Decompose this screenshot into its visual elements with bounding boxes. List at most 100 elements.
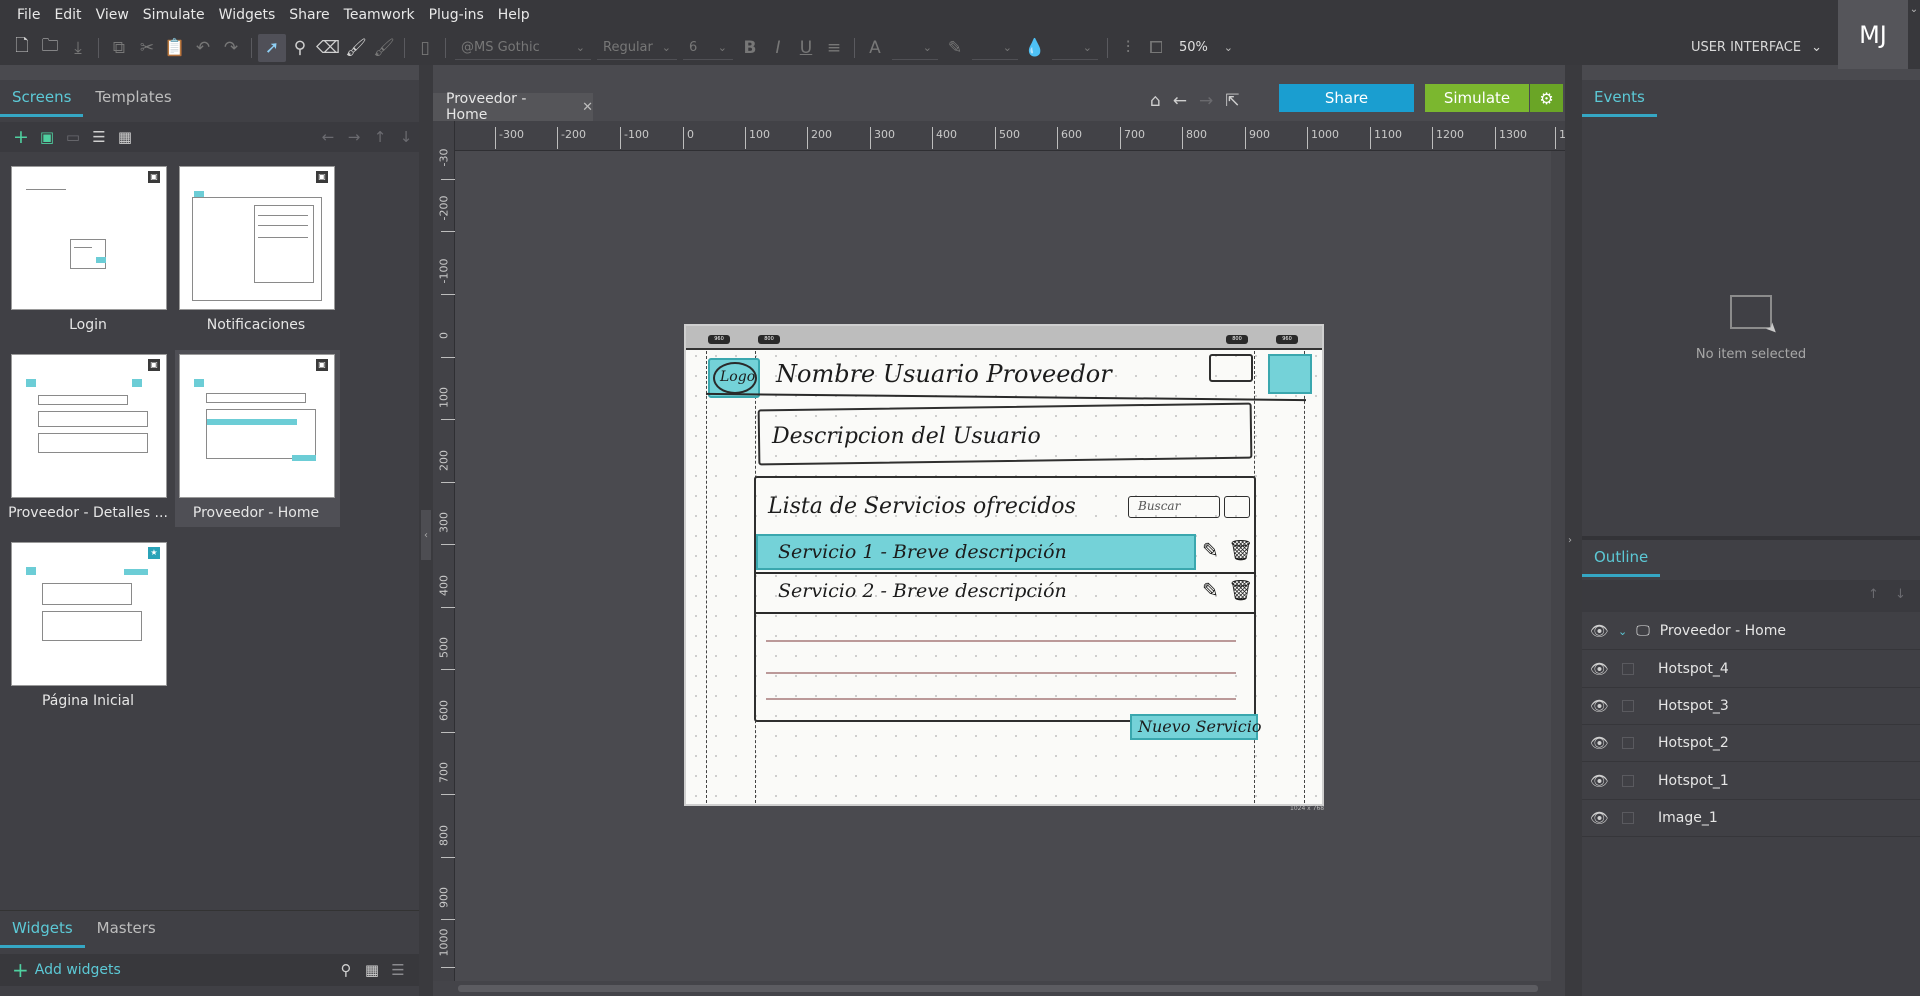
arrange-icon[interactable]: ⫶ — [1114, 34, 1142, 62]
share-button[interactable]: Share — [1279, 84, 1414, 112]
redo-icon[interactable]: ↷ — [217, 34, 245, 62]
list-view-icon[interactable]: ☰ — [385, 961, 411, 979]
eye-icon[interactable]: 👁 — [1590, 622, 1609, 640]
paste-icon[interactable]: 📋 — [161, 34, 189, 62]
screen-thumbnail-login[interactable]: ▣ — [11, 166, 167, 310]
open-folder-icon[interactable]: 🗀 — [36, 34, 64, 62]
scrollbar-thumb[interactable] — [458, 985, 1538, 992]
menu-simulate[interactable]: Simulate — [136, 0, 212, 30]
lock-checkbox[interactable] — [1622, 775, 1634, 787]
format-painter-icon[interactable]: 🖌 — [342, 34, 370, 62]
collapse-left-icon[interactable]: ‹ — [421, 510, 431, 560]
grid-view-icon[interactable]: ▦ — [112, 128, 138, 146]
outline-row-hotspot-3[interactable]: 👁 Hotspot_3 — [1582, 688, 1920, 725]
screen-thumbnail-pagina-inicial[interactable]: ★ — [11, 542, 167, 686]
italic-button[interactable]: I — [764, 34, 792, 62]
collapse-right-icon[interactable]: › — [1568, 535, 1572, 546]
arrow-down-icon[interactable]: ↓ — [1895, 587, 1906, 602]
chevron-down-icon[interactable]: ⌄ — [1618, 625, 1627, 638]
line-color-icon[interactable]: ✎ — [941, 34, 969, 62]
eye-icon[interactable]: 👁 — [1590, 660, 1609, 678]
arrow-left-icon[interactable]: ← — [315, 128, 341, 146]
tab-templates[interactable]: Templates — [83, 88, 183, 117]
tab-proveedor-home[interactable]: Proveedor - Home ✕ — [433, 91, 593, 123]
menu-share[interactable]: Share — [282, 0, 336, 30]
left-panel-splitter[interactable]: ‹ — [419, 65, 433, 996]
outline-row-hotspot-2[interactable]: 👁 Hotspot_2 — [1582, 725, 1920, 762]
menu-edit[interactable]: Edit — [47, 0, 88, 30]
font-style-select[interactable]: Regular ⌄ — [597, 36, 677, 60]
folder-icon[interactable]: ▭ — [60, 128, 86, 146]
menu-view[interactable]: View — [89, 0, 136, 30]
outline-row-page[interactable]: 👁 ⌄ 🖵 Proveedor - Home — [1582, 613, 1920, 650]
save-icon[interactable]: ⤓ — [64, 34, 92, 62]
search-icon[interactable]: ⚲ — [333, 961, 359, 979]
vertical-scrollbar[interactable] — [1551, 151, 1565, 981]
arrow-down-icon[interactable]: ↓ — [393, 128, 419, 146]
avatar[interactable]: MJ — [1838, 0, 1908, 69]
sketch-image[interactable]: 960 800 800 960 Logo Nombre Usuario Prov… — [684, 324, 1324, 806]
fill-color-icon[interactable]: 💧 — [1021, 34, 1049, 62]
underline-button[interactable]: U — [792, 34, 820, 62]
eye-icon[interactable]: 👁 — [1590, 697, 1609, 715]
outline-row-image-1[interactable]: 👁 Image_1 — [1582, 800, 1920, 837]
pointer-tool-icon[interactable]: ➚ — [258, 33, 286, 62]
tab-masters[interactable]: Masters — [85, 919, 168, 948]
tab-widgets[interactable]: Widgets — [0, 919, 85, 948]
zoom-tool-icon[interactable]: ⚲ — [286, 34, 314, 62]
add-image-screen-icon[interactable]: ▣ — [34, 128, 60, 146]
screen-thumbnail-proveedor-home[interactable]: ▣ — [179, 354, 335, 498]
outline-row-hotspot-4[interactable]: 👁 Hotspot_4 — [1582, 651, 1920, 688]
ui-mode-select[interactable]: USER INTERFACE ⌄ — [1672, 30, 1832, 65]
add-screen-icon[interactable]: + — [8, 126, 34, 148]
format-painter-alt-icon[interactable]: 🖌 — [370, 34, 398, 62]
screen-thumbnail-proveedor-detalles[interactable]: ▣ — [11, 354, 167, 498]
arrow-up-icon[interactable]: ↑ — [367, 128, 393, 146]
lock-checkbox[interactable] — [1622, 700, 1634, 712]
menu-hotspot[interactable] — [1268, 354, 1312, 394]
line-color-select[interactable]: ⌄ — [972, 36, 1018, 60]
font-size-select[interactable]: 6 ⌄ — [683, 36, 733, 60]
device-icon[interactable]: ▯ — [411, 34, 439, 62]
font-color-icon[interactable]: A — [861, 34, 889, 62]
tab-events[interactable]: Events — [1582, 88, 1657, 117]
tab-screens[interactable]: Screens — [0, 88, 84, 117]
outline-row-hotspot-1[interactable]: 👁 Hotspot_1 — [1582, 763, 1920, 800]
arrow-right-icon[interactable]: → — [341, 128, 367, 146]
zoom-select[interactable]: 50% ⌄ — [1173, 36, 1239, 60]
grid-view-icon[interactable]: ▦ — [359, 961, 385, 979]
lock-checkbox[interactable] — [1622, 812, 1634, 824]
menu-plugins[interactable]: Plug-ins — [422, 0, 491, 30]
close-icon[interactable]: ✕ — [582, 100, 593, 115]
tab-outline[interactable]: Outline — [1582, 548, 1661, 577]
gear-icon[interactable]: ⚙ — [1530, 84, 1563, 112]
font-family-select[interactable]: @MS Gothic ⌄ — [455, 36, 591, 60]
align-icon[interactable]: ≡ — [820, 34, 848, 62]
eye-icon[interactable]: 👁 — [1590, 734, 1609, 752]
horizontal-scrollbar[interactable] — [433, 981, 1565, 996]
right-panel-splitter[interactable]: › — [1565, 65, 1582, 996]
new-file-icon[interactable]: 🗋 — [8, 34, 36, 62]
screen-thumbnail-notificaciones[interactable]: ▣ — [179, 166, 335, 310]
copy-icon[interactable]: ⧉ — [105, 34, 133, 62]
menu-file[interactable]: File — [10, 0, 47, 30]
arrow-up-icon[interactable]: ↑ — [1868, 587, 1879, 602]
fill-color-select[interactable]: ⌄ — [1052, 36, 1098, 60]
horizontal-ruler[interactable]: -300 -200 -100 0 100 200 300 400 500 600… — [455, 121, 1566, 151]
font-color-select[interactable]: ⌄ — [892, 36, 938, 60]
chevron-down-icon[interactable]: ⌄ — [1908, 0, 1920, 69]
simulate-button[interactable]: Simulate — [1425, 84, 1529, 112]
menu-help[interactable]: Help — [491, 0, 537, 30]
menu-teamwork[interactable]: Teamwork — [337, 0, 422, 30]
cut-icon[interactable]: ✂ — [133, 34, 161, 62]
vertical-ruler[interactable]: -30 -200 -100 0 100 200 300 400 500 600 … — [433, 121, 455, 981]
list-view-icon[interactable]: ☰ — [86, 128, 112, 146]
lock-checkbox[interactable] — [1622, 663, 1634, 675]
eye-icon[interactable]: 👁 — [1590, 809, 1609, 827]
add-widgets-button[interactable]: + Add widgets — [12, 958, 121, 982]
home-icon[interactable]: ⌂ — [1150, 91, 1161, 111]
eraser-icon[interactable]: ⌫ — [314, 34, 342, 62]
forward-arrow-icon[interactable]: → — [1199, 91, 1213, 111]
open-external-icon[interactable]: ⇱ — [1225, 91, 1239, 111]
bold-button[interactable]: B — [736, 34, 764, 62]
